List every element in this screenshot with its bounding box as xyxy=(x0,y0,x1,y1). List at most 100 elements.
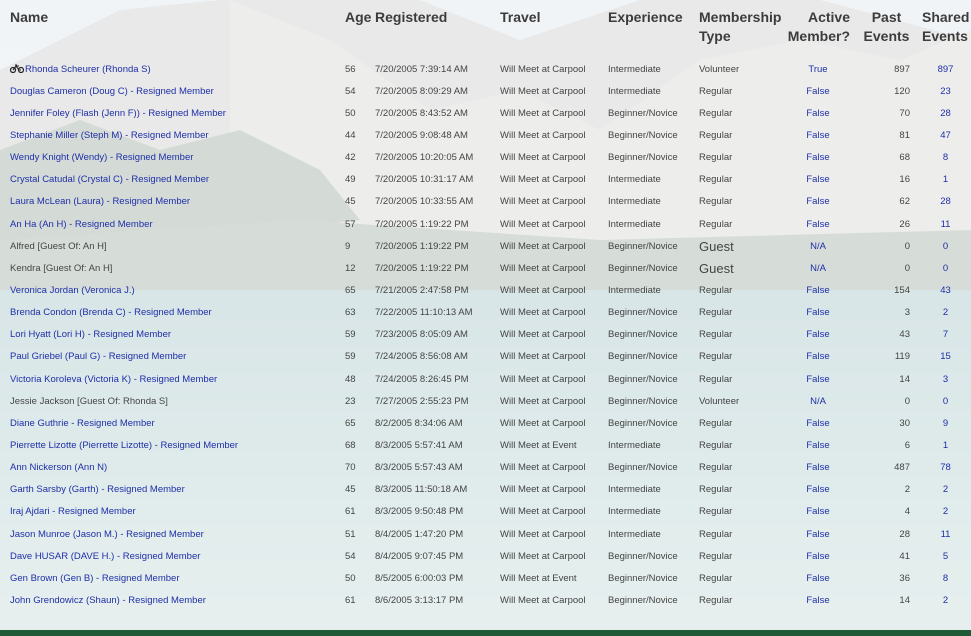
attendee-name[interactable]: Garth Sarsby (Garth) - Resigned Member xyxy=(0,479,343,501)
attendee-name[interactable]: Brenda Condon (Brenda C) - Resigned Memb… xyxy=(0,302,343,324)
column-header-active-member[interactable]: Active Member? xyxy=(783,0,853,58)
age-cell-text: 56 xyxy=(345,63,356,75)
shared-events-link-text: 43 xyxy=(940,284,951,296)
registered-cell: 7/20/2005 1:19:22 PM xyxy=(373,235,498,257)
experience-cell: Beginner/Novice xyxy=(606,257,697,279)
shared-events-link[interactable]: 47 xyxy=(920,124,971,146)
shared-events-link[interactable]: 28 xyxy=(920,191,971,213)
age-cell: 9 xyxy=(343,235,373,257)
shared-events-link[interactable]: 8 xyxy=(920,567,971,589)
attendee-name-text: Pierrette Lizotte (Pierrette Lizotte) - … xyxy=(10,439,239,451)
past-events-cell-text: 14 xyxy=(899,594,910,606)
attendee-name[interactable]: Gen Brown (Gen B) - Resigned Member xyxy=(0,567,343,589)
experience-cell: Intermediate xyxy=(606,191,697,213)
membership-type-cell: Volunteer xyxy=(697,390,783,412)
experience-cell: Beginner/Novice xyxy=(606,412,697,434)
shared-events-link[interactable]: 2 xyxy=(920,302,971,324)
past-events-cell-text: 120 xyxy=(894,85,910,97)
registered-cell-text: 7/20/2005 10:20:05 AM xyxy=(375,152,474,164)
attendee-name[interactable]: Crystal Catudal (Crystal C) - Resigned M… xyxy=(0,169,343,191)
table-row: Pierrette Lizotte (Pierrette Lizotte) - … xyxy=(0,434,971,456)
column-header-past-events[interactable]: Past Events xyxy=(853,0,920,58)
membership-type-cell: Regular xyxy=(697,479,783,501)
column-header-shared-events[interactable]: Shared Events xyxy=(920,0,971,58)
registered-cell: 7/20/2005 8:09:29 AM xyxy=(373,80,498,102)
shared-events-link[interactable]: 15 xyxy=(920,346,971,368)
membership-type-cell: Guest xyxy=(697,235,783,257)
shared-events-link[interactable]: 7 xyxy=(920,324,971,346)
active-member-cell-text: False xyxy=(806,506,830,518)
attendee-name[interactable]: Wendy Knight (Wendy) - Resigned Member xyxy=(0,147,343,169)
past-events-cell: 2 xyxy=(853,479,920,501)
attendee-name[interactable]: Lori Hyatt (Lori H) - Resigned Member xyxy=(0,324,343,346)
attendee-name[interactable]: An Ha (An H) - Resigned Member xyxy=(0,213,343,235)
shared-events-link[interactable]: 23 xyxy=(920,80,971,102)
membership-type-cell: Regular xyxy=(697,169,783,191)
attendee-name[interactable]: Diane Guthrie - Resigned Member xyxy=(0,412,343,434)
attendee-name[interactable]: Jason Munroe (Jason M.) - Resigned Membe… xyxy=(0,523,343,545)
shared-events-link[interactable]: 78 xyxy=(920,457,971,479)
attendee-name[interactable]: Victoria Koroleva (Victoria K) - Resigne… xyxy=(0,368,343,390)
experience-cell-text: Beginner/Novice xyxy=(608,594,678,606)
attendee-name[interactable]: Paul Griebel (Paul G) - Resigned Member xyxy=(0,346,343,368)
attendee-name[interactable]: Dave HUSAR (DAVE H.) - Resigned Member xyxy=(0,545,343,567)
column-header-registered[interactable]: Registered xyxy=(373,0,498,58)
attendee-name[interactable]: Rhonda Scheurer (Rhonda S) xyxy=(0,58,343,80)
shared-events-link[interactable]: 11 xyxy=(920,213,971,235)
active-member-cell-text: N/A xyxy=(810,395,826,407)
age-cell-text: 59 xyxy=(345,351,356,363)
shared-events-link[interactable]: 1 xyxy=(920,434,971,456)
past-events-cell-text: 28 xyxy=(899,528,910,540)
membership-type-cell-text: Volunteer xyxy=(699,395,740,407)
shared-events-link[interactable]: 2 xyxy=(920,501,971,523)
age-cell-text: 57 xyxy=(345,218,356,230)
shared-events-link[interactable]: 5 xyxy=(920,545,971,567)
active-member-cell: False xyxy=(783,479,853,501)
experience-cell: Beginner/Novice xyxy=(606,346,697,368)
shared-events-link[interactable]: 0 xyxy=(920,390,971,412)
shared-events-link[interactable]: 0 xyxy=(920,235,971,257)
shared-events-link[interactable]: 43 xyxy=(920,279,971,301)
past-events-cell-text: 81 xyxy=(899,129,910,141)
attendee-name[interactable]: John Grendowicz (Shaun) - Resigned Membe… xyxy=(0,589,343,611)
attendee-name[interactable]: Stephanie Miller (Steph M) - Resigned Me… xyxy=(0,124,343,146)
travel-cell: Will Meet at Carpool xyxy=(498,169,606,191)
travel-cell-text: Will Meet at Carpool xyxy=(500,196,586,208)
shared-events-link[interactable]: 3 xyxy=(920,368,971,390)
past-events-cell: 28 xyxy=(853,523,920,545)
age-cell-text: 45 xyxy=(345,196,356,208)
shared-events-link[interactable]: 897 xyxy=(920,58,971,80)
shared-events-link[interactable]: 11 xyxy=(920,523,971,545)
attendee-name[interactable]: Laura McLean (Laura) - Resigned Member xyxy=(0,191,343,213)
column-header-name[interactable]: Name xyxy=(0,0,343,58)
attendee-name-text: Wendy Knight (Wendy) - Resigned Member xyxy=(10,152,194,164)
active-member-cell: False xyxy=(783,102,853,124)
attendee-name[interactable]: Douglas Cameron (Doug C) - Resigned Memb… xyxy=(0,80,343,102)
shared-events-link[interactable]: 1 xyxy=(920,169,971,191)
shared-events-link[interactable]: 28 xyxy=(920,102,971,124)
membership-type-cell: Regular xyxy=(697,545,783,567)
shared-events-link[interactable]: 8 xyxy=(920,147,971,169)
shared-events-link[interactable]: 2 xyxy=(920,589,971,611)
attendee-name[interactable]: Pierrette Lizotte (Pierrette Lizotte) - … xyxy=(0,434,343,456)
travel-cell: Will Meet at Carpool xyxy=(498,80,606,102)
membership-type-cell-text: Regular xyxy=(699,174,733,186)
attendee-name[interactable]: Veronica Jordan (Veronica J.) xyxy=(0,279,343,301)
membership-type-cell: Regular xyxy=(697,191,783,213)
attendee-name[interactable]: Iraj Ajdari - Resigned Member xyxy=(0,501,343,523)
registered-cell: 8/2/2005 8:34:06 AM xyxy=(373,412,498,434)
age-cell: 61 xyxy=(343,589,373,611)
column-header-experience[interactable]: Experience xyxy=(606,0,697,58)
travel-cell: Will Meet at Carpool xyxy=(498,235,606,257)
attendee-name[interactable]: Ann Nickerson (Ann N) xyxy=(0,457,343,479)
registered-cell: 7/20/2005 9:08:48 AM xyxy=(373,124,498,146)
travel-cell: Will Meet at Carpool xyxy=(498,501,606,523)
shared-events-link[interactable]: 2 xyxy=(920,479,971,501)
shared-events-link[interactable]: 0 xyxy=(920,257,971,279)
shared-events-link[interactable]: 9 xyxy=(920,412,971,434)
table-row: An Ha (An H) - Resigned Member 57 7/20/200… xyxy=(0,213,971,235)
attendee-name[interactable]: Jennifer Foley (Flash (Jenn F)) - Resign… xyxy=(0,102,343,124)
column-header-membership-type[interactable]: Membership Type xyxy=(697,0,783,58)
column-header-travel[interactable]: Travel xyxy=(498,0,606,58)
column-header-age[interactable]: Age xyxy=(343,0,373,58)
